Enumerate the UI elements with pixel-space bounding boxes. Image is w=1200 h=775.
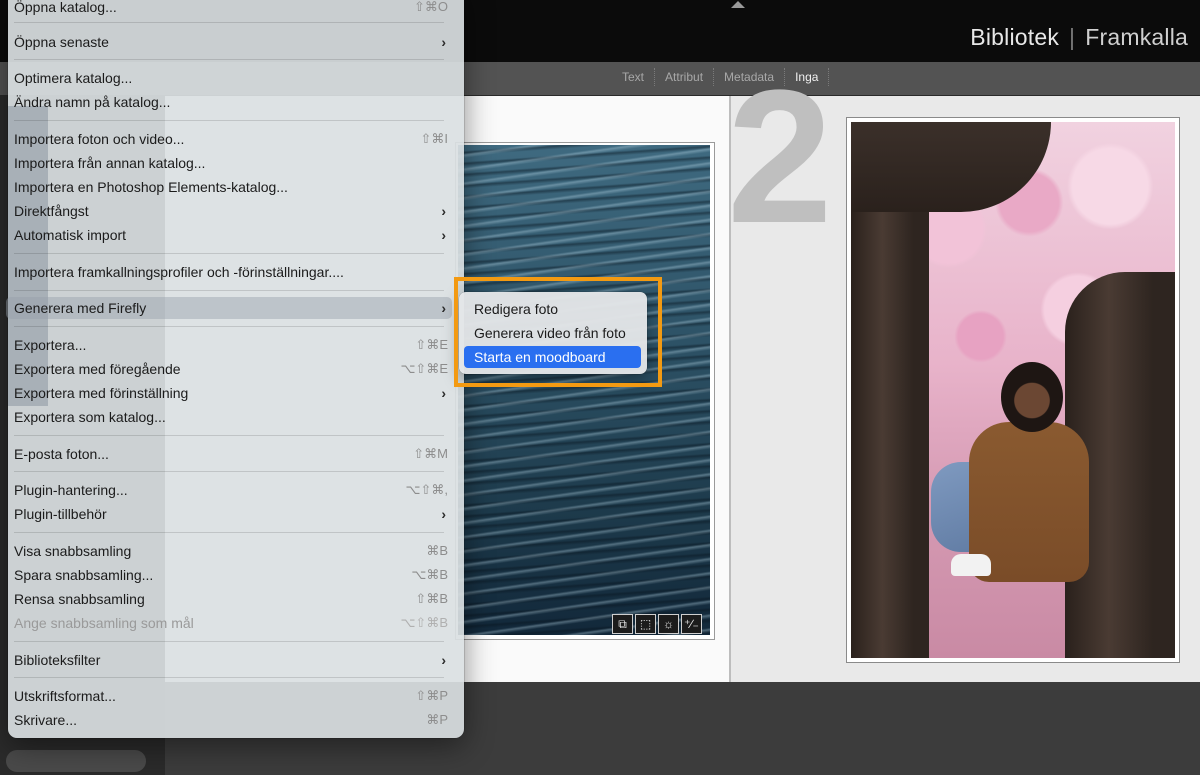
menu-separator: [14, 120, 444, 121]
shortcut: ⇧⌘I: [420, 131, 448, 146]
chevron-right-icon: ›: [441, 385, 446, 401]
menu-item-auto-import[interactable]: Automatisk import ›: [14, 224, 446, 246]
menu-item-generate-firefly[interactable]: Generera med Firefly ›: [6, 297, 452, 319]
menu-separator: [14, 471, 444, 472]
menu-item-tethered-capture[interactable]: Direktfångst ›: [14, 200, 446, 222]
exposure-icon[interactable]: ⁺∕₋: [681, 614, 702, 634]
crop-icon[interactable]: ⬚: [635, 614, 656, 634]
submenu-item-start-moodboard[interactable]: Starta en moodboard: [464, 346, 641, 368]
module-separator: |: [1069, 24, 1076, 50]
menu-item-save-quick-collection[interactable]: Spara snabbsamling... ⌥⌘B: [14, 564, 448, 586]
tree-arch: [851, 122, 1051, 212]
menu-item-export-previous[interactable]: Exportera med föregående ⌥⇧⌘E: [14, 358, 448, 380]
menu-item-show-quick-collection[interactable]: Visa snabbsamling ⌘B: [14, 540, 448, 562]
chevron-right-icon: ›: [441, 227, 446, 243]
menu-item-import-from-catalog[interactable]: Importera från annan katalog...: [14, 152, 444, 174]
menu-item-plugin-extras[interactable]: Plugin-tillbehör ›: [14, 503, 446, 525]
menu-separator: [14, 326, 444, 327]
shortcut: ⌥⇧⌘,: [405, 482, 449, 497]
menu-item-optimize-catalog[interactable]: Optimera katalog...: [14, 67, 444, 89]
menu-item-import-photos[interactable]: Importera foton och video... ⇧⌘I: [14, 128, 448, 150]
chevron-right-icon: ›: [441, 34, 446, 50]
menu-item-import-elements-catalog[interactable]: Importera en Photoshop Elements-katalog.…: [14, 176, 444, 198]
menu-item-open-catalog[interactable]: Öppna katalog... ⇧⌘O: [14, 0, 448, 18]
menu-item-export[interactable]: Exportera... ⇧⌘E: [14, 334, 448, 356]
shortcut: ⌥⇧⌘E: [400, 361, 448, 376]
shortcut: ⌥⇧⌘B: [400, 615, 448, 630]
submenu-item-generate-video[interactable]: Generera video från foto: [464, 322, 641, 344]
menu-item-library-filter[interactable]: Biblioteksfilter ›: [14, 649, 446, 671]
menu-item-page-setup[interactable]: Utskriftsformat... ⇧⌘P: [14, 685, 448, 707]
menu-separator: [14, 59, 444, 60]
shortcut: ⇧⌘E: [415, 337, 448, 352]
chevron-right-icon: ›: [441, 506, 446, 522]
portrait-photo[interactable]: [851, 122, 1175, 658]
menu-item-clear-quick-collection[interactable]: Rensa snabbsamling ⇧⌘B: [14, 588, 448, 610]
shortcut: ⇧⌘M: [413, 446, 448, 461]
toolbar-item-attribut[interactable]: Attribut: [654, 68, 713, 86]
water-photo[interactable]: [458, 145, 710, 635]
chevron-right-icon: ›: [441, 652, 446, 668]
menu-item-plugin-manager[interactable]: Plugin-hantering... ⌥⇧⌘,: [14, 479, 448, 501]
menu-separator: [14, 532, 444, 533]
module-library[interactable]: Bibliotek: [970, 24, 1059, 50]
shortcut: ⇧⌘B: [415, 591, 448, 606]
menu-separator: [14, 290, 444, 291]
person-head: [1001, 362, 1063, 432]
shortcut: ⇧⌘P: [415, 688, 448, 703]
submenu-item-edit-photo[interactable]: Redigera foto: [464, 298, 641, 320]
menu-item-set-quick-collection-target: Ange snabbsamling som mål ⌥⇧⌘B: [14, 612, 448, 634]
menu-separator: [14, 22, 444, 23]
menu-separator: [14, 435, 444, 436]
menu-separator: [14, 641, 444, 642]
menu-item-import-profiles[interactable]: Importera framkallningsprofiler och -för…: [14, 261, 444, 283]
develop-icon[interactable]: ☼: [658, 614, 679, 634]
toolbar-item-text[interactable]: Text: [612, 68, 654, 86]
menu-item-rename-catalog[interactable]: Ändra namn på katalog...: [14, 91, 444, 113]
chevron-right-icon: ›: [441, 300, 446, 316]
left-panel-field[interactable]: [6, 750, 146, 772]
page-number: 2: [727, 51, 833, 263]
menu-separator: [14, 253, 444, 254]
menu-item-export-preset[interactable]: Exportera med förinställning ›: [14, 382, 446, 404]
module-picker: Bibliotek | Framkalla: [970, 24, 1188, 51]
shortcut: ⌘P: [426, 712, 448, 727]
menu-item-open-recent[interactable]: Öppna senaste ›: [14, 31, 446, 53]
triangle-up-icon[interactable]: [731, 1, 745, 8]
menu-item-print[interactable]: Skrivare... ⌘P: [14, 709, 448, 731]
stack-icon[interactable]: ⧉: [612, 614, 633, 634]
photo-badges: ⧉ ⬚ ☼ ⁺∕₋: [612, 614, 702, 634]
menu-separator: [14, 677, 444, 678]
shortcut: ⌥⌘B: [411, 567, 448, 582]
module-develop[interactable]: Framkalla: [1085, 24, 1188, 50]
shortcut: ⇧⌘O: [413, 0, 448, 14]
person-shoe: [951, 554, 991, 576]
menu-item-export-catalog[interactable]: Exportera som katalog...: [14, 406, 444, 428]
shortcut: ⌘B: [426, 543, 448, 558]
menu-item-email-photos[interactable]: E-posta foton... ⇧⌘M: [14, 443, 448, 465]
chevron-right-icon: ›: [441, 203, 446, 219]
